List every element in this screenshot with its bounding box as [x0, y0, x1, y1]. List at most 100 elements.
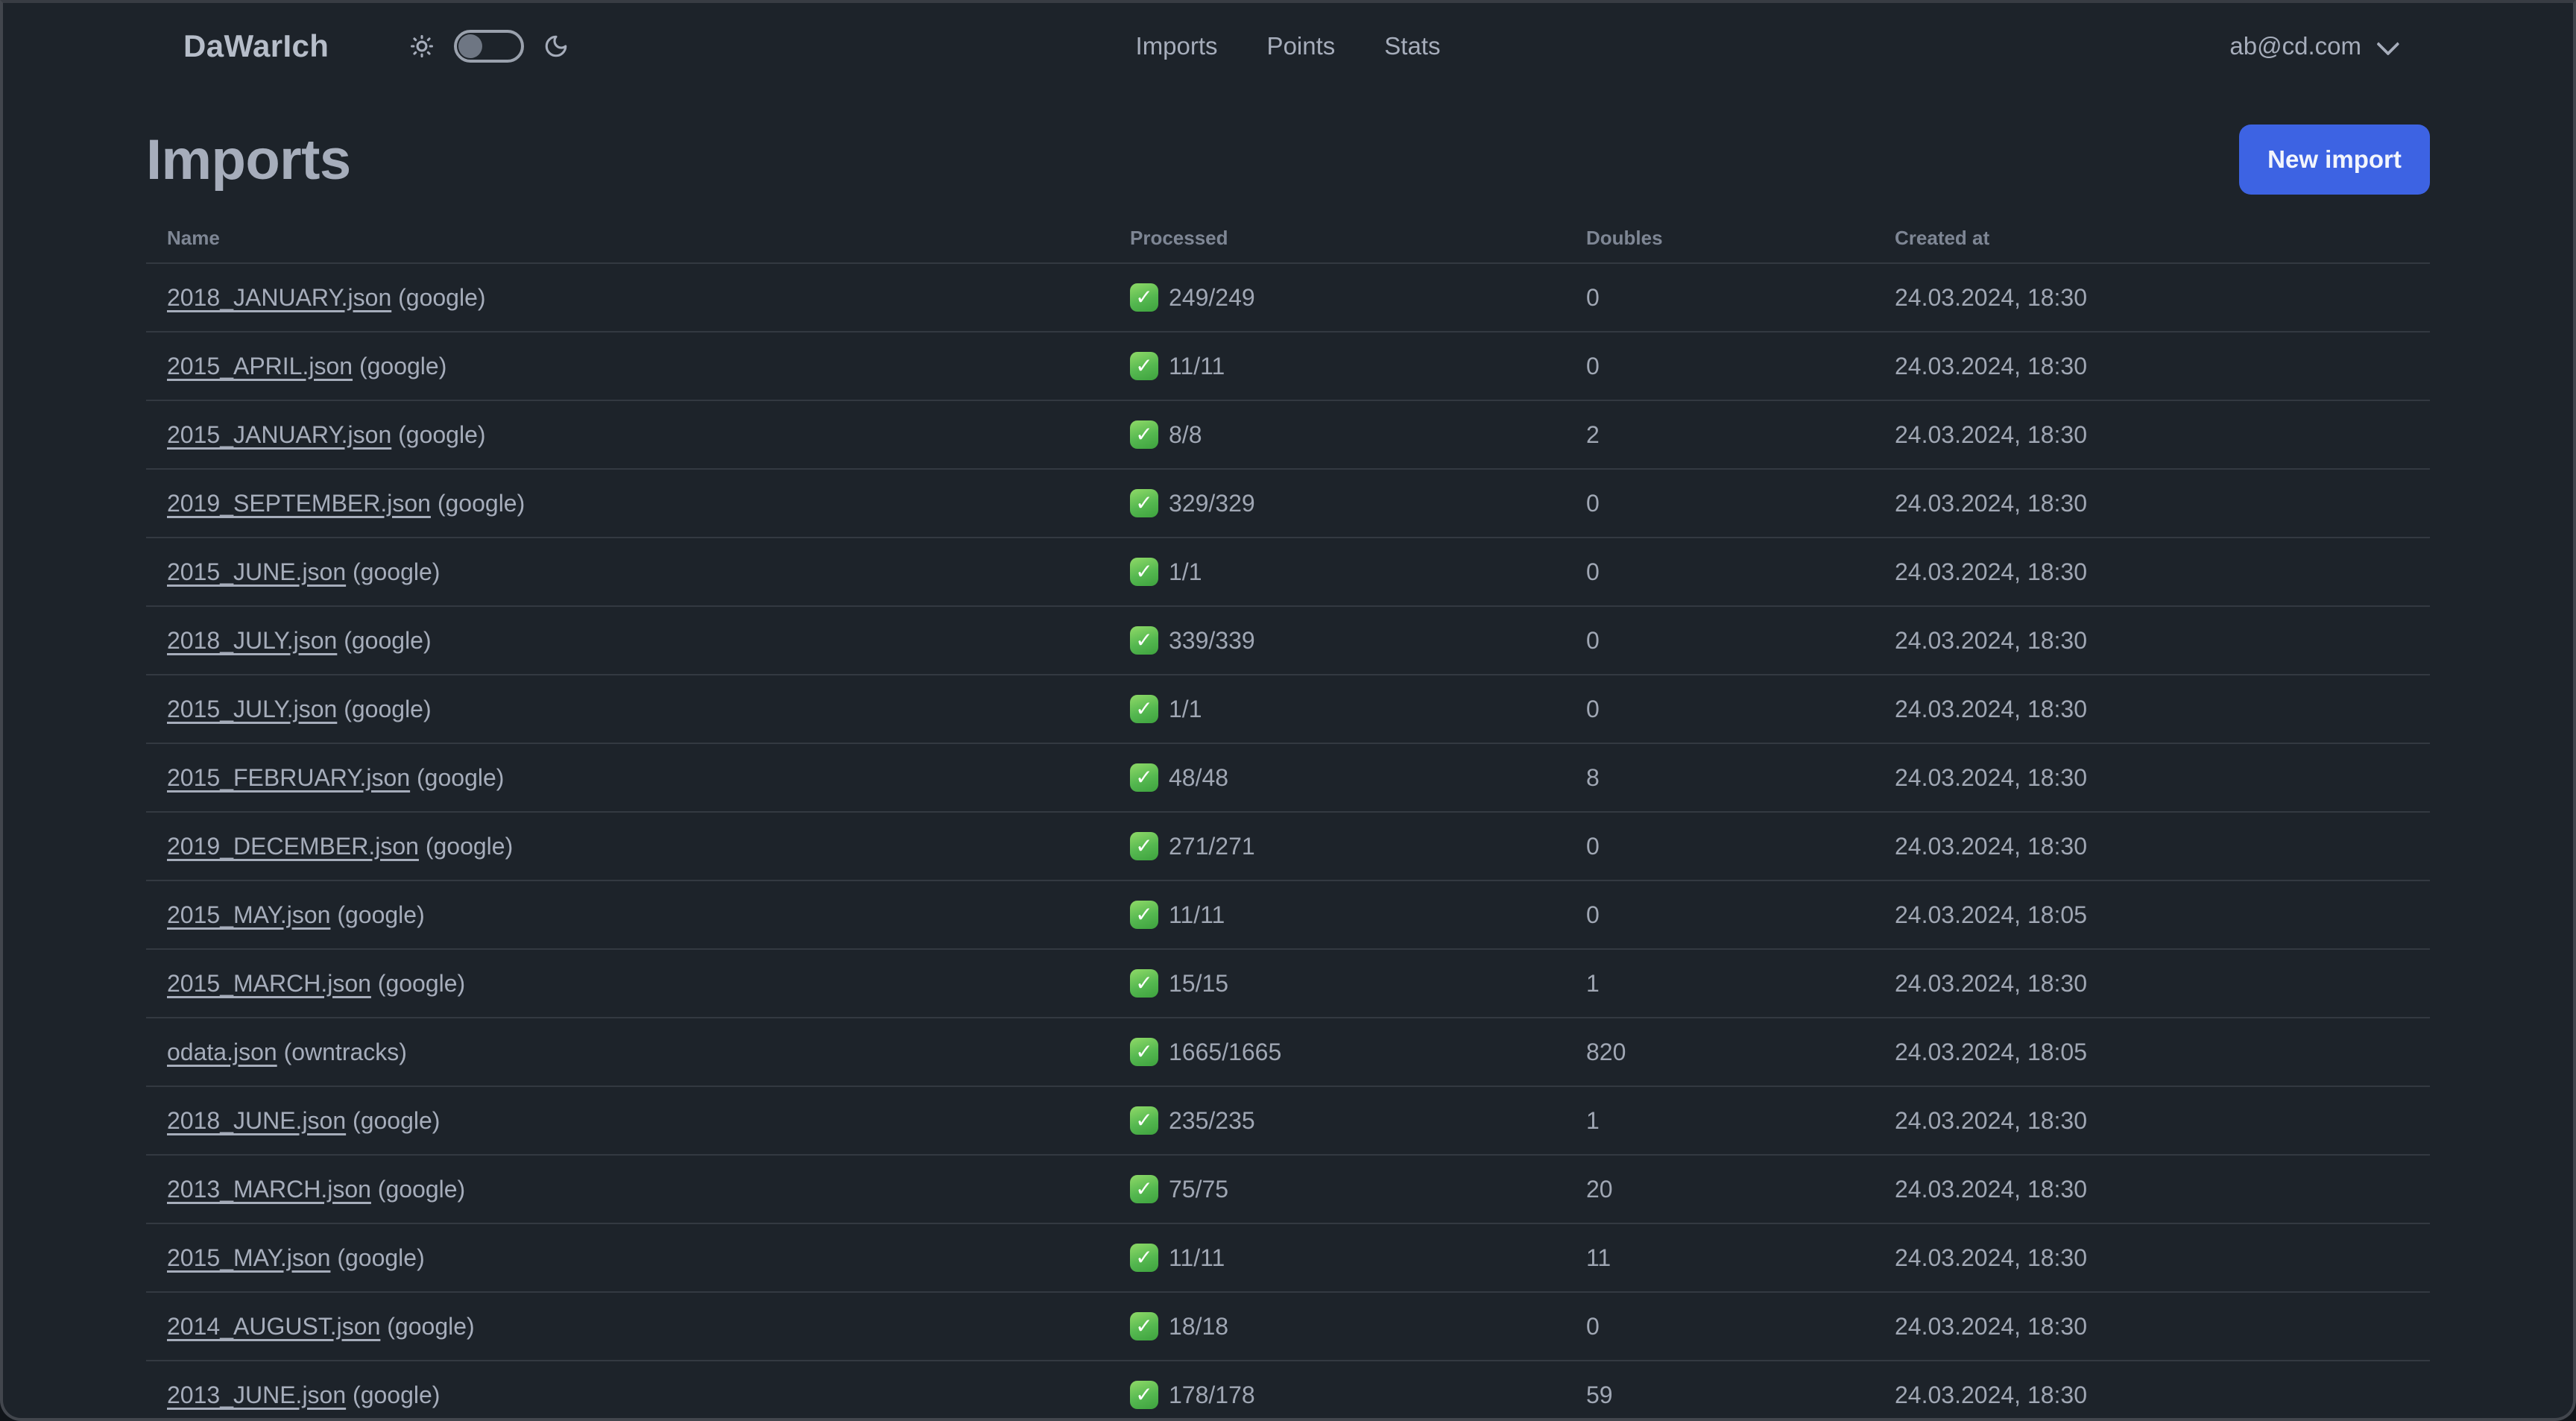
processed-count: 1665/1665: [1169, 1038, 1282, 1065]
name-cell: 2019_DECEMBER.json (google): [146, 833, 1109, 860]
theme-switch-knob: [458, 34, 483, 58]
doubles-count: 20: [1586, 1175, 1613, 1203]
doubles-count: 0: [1586, 626, 1600, 654]
success-check-icon: ✓: [1130, 901, 1158, 929]
import-source: (google): [387, 1312, 475, 1340]
success-check-icon: ✓: [1130, 763, 1158, 792]
success-check-icon: ✓: [1130, 283, 1158, 312]
table-row: 2015_JUNE.json (google) ✓ 1/1 0 24.03.20…: [146, 537, 2430, 605]
name-cell: 2013_JUNE.json (google): [146, 1381, 1109, 1409]
import-file-link[interactable]: 2015_MAY.json: [167, 1244, 330, 1271]
table-row: 2015_FEBRUARY.json (google) ✓ 48/48 8 24…: [146, 743, 2430, 811]
created-at: 24.03.2024, 18:30: [1895, 1175, 2088, 1203]
table-row: 2019_DECEMBER.json (google) ✓ 271/271 0 …: [146, 811, 2430, 880]
table-row: 2019_SEPTEMBER.json (google) ✓ 329/329 0…: [146, 468, 2430, 537]
table-row: 2015_MAY.json (google) ✓ 11/11 0 24.03.2…: [146, 880, 2430, 948]
created-at: 24.03.2024, 18:30: [1895, 352, 2088, 379]
success-check-icon: ✓: [1130, 832, 1158, 860]
import-source: (google): [337, 901, 425, 928]
doubles-count: 2: [1586, 420, 1600, 448]
processed-cell: ✓ 18/18: [1109, 1312, 1565, 1340]
processed-cell: ✓ 1665/1665: [1109, 1038, 1565, 1066]
import-source: (google): [344, 695, 432, 722]
import-file-link[interactable]: 2015_MAY.json: [167, 901, 330, 928]
nav-link[interactable]: Stats: [1384, 32, 1440, 60]
name-cell: 2019_SEPTEMBER.json (google): [146, 490, 1109, 517]
table-header-row: Name Processed Doubles Created at: [146, 213, 2430, 262]
import-file-link[interactable]: 2014_AUGUST.json: [167, 1313, 380, 1340]
table-row: 2014_AUGUST.json (google) ✓ 18/18 0 24.0…: [146, 1291, 2430, 1360]
import-file-link[interactable]: odata.json: [167, 1039, 277, 1065]
processed-count: 11/11: [1169, 1244, 1225, 1271]
import-file-link[interactable]: 2018_JANUARY.json: [167, 284, 391, 311]
new-import-button[interactable]: New import: [2239, 125, 2430, 195]
success-check-icon: ✓: [1130, 489, 1158, 517]
imports-table: Name Processed Doubles Created at 2018_J…: [146, 213, 2430, 1418]
processed-count: 11/11: [1169, 352, 1225, 379]
processed-count: 1/1: [1169, 695, 1202, 722]
import-file-link[interactable]: 2013_JUNE.json: [167, 1381, 346, 1408]
theme-switch[interactable]: [454, 30, 525, 63]
processed-cell: ✓ 235/235: [1109, 1106, 1565, 1135]
created-at: 24.03.2024, 18:30: [1895, 1381, 2088, 1408]
import-file-link[interactable]: 2019_SEPTEMBER.json: [167, 490, 431, 517]
import-file-link[interactable]: 2018_JULY.json: [167, 627, 337, 654]
created-at: 24.03.2024, 18:30: [1895, 489, 2088, 517]
nav-link[interactable]: Imports: [1136, 32, 1218, 60]
import-file-link[interactable]: 2015_JANUARY.json: [167, 421, 391, 448]
table-body: 2018_JANUARY.json (google) ✓ 249/249 0 2…: [146, 262, 2430, 1418]
import-source: (google): [425, 832, 514, 860]
processed-cell: ✓ 249/249: [1109, 283, 1565, 312]
page-title: Imports: [146, 127, 351, 192]
created-at: 24.03.2024, 18:30: [1895, 763, 2088, 791]
created-at: 24.03.2024, 18:05: [1895, 901, 2088, 928]
created-at: 24.03.2024, 18:30: [1895, 1312, 2088, 1340]
column-header-created-at: Created at: [1895, 226, 1990, 249]
import-source: (google): [353, 1381, 441, 1408]
created-at: 24.03.2024, 18:30: [1895, 558, 2088, 585]
nav-link[interactable]: Points: [1267, 32, 1336, 60]
success-check-icon: ✓: [1130, 1106, 1158, 1135]
processed-cell: ✓ 11/11: [1109, 1244, 1565, 1272]
sun-icon: [409, 34, 435, 59]
import-file-link[interactable]: 2015_JULY.json: [167, 696, 337, 722]
name-cell: 2018_JANUARY.json (google): [146, 284, 1109, 312]
import-file-link[interactable]: 2015_MARCH.json: [167, 970, 371, 997]
name-cell: 2015_MAY.json (google): [146, 1244, 1109, 1272]
brand-logo[interactable]: DaWarIch: [183, 28, 329, 64]
doubles-count: 820: [1586, 1038, 1626, 1065]
processed-cell: ✓ 75/75: [1109, 1175, 1565, 1203]
import-source: (google): [398, 283, 486, 311]
doubles-count: 0: [1586, 1312, 1600, 1340]
import-source: (owntracks): [283, 1038, 407, 1065]
nav-links: Imports Points Stats: [1136, 3, 1441, 89]
processed-count: 235/235: [1169, 1106, 1255, 1134]
doubles-count: 1: [1586, 1106, 1600, 1134]
success-check-icon: ✓: [1130, 1175, 1158, 1203]
created-at: 24.03.2024, 18:30: [1895, 283, 2088, 311]
import-file-link[interactable]: 2013_MARCH.json: [167, 1176, 371, 1203]
import-file-link[interactable]: 2015_FEBRUARY.json: [167, 764, 410, 791]
import-file-link[interactable]: 2018_JUNE.json: [167, 1107, 346, 1134]
screen: DaWarIch Imports Points Stats ab@cd.com …: [0, 0, 2576, 1421]
import-source: (google): [437, 489, 525, 517]
name-cell: odata.json (owntracks): [146, 1039, 1109, 1066]
doubles-count: 8: [1586, 763, 1600, 791]
import-file-link[interactable]: 2019_DECEMBER.json: [167, 833, 419, 860]
doubles-count: 0: [1586, 352, 1600, 379]
success-check-icon: ✓: [1130, 352, 1158, 380]
user-menu[interactable]: ab@cd.com: [2229, 32, 2400, 60]
success-check-icon: ✓: [1130, 1381, 1158, 1409]
table-row: 2015_JANUARY.json (google) ✓ 8/8 2 24.03…: [146, 400, 2430, 468]
import-file-link[interactable]: 2015_JUNE.json: [167, 558, 346, 585]
processed-cell: ✓ 11/11: [1109, 352, 1565, 380]
success-check-icon: ✓: [1130, 1038, 1158, 1066]
import-source: (google): [417, 763, 505, 791]
created-at: 24.03.2024, 18:30: [1895, 420, 2088, 448]
processed-count: 1/1: [1169, 558, 1202, 585]
processed-cell: ✓ 1/1: [1109, 695, 1565, 723]
table-row: 2015_MAY.json (google) ✓ 11/11 11 24.03.…: [146, 1223, 2430, 1291]
import-source: (google): [398, 420, 486, 448]
doubles-count: 59: [1586, 1381, 1613, 1408]
import-file-link[interactable]: 2015_APRIL.json: [167, 353, 353, 379]
